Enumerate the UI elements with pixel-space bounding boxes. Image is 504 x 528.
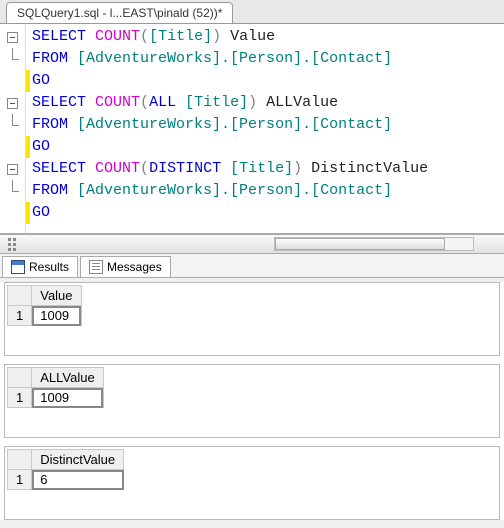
- code-line[interactable]: FROM [AdventureWorks].[Person].[Contact]: [26, 180, 504, 202]
- cell-value[interactable]: 6: [32, 470, 124, 490]
- grid-icon: [11, 260, 25, 274]
- fold-minus-icon[interactable]: [7, 32, 18, 43]
- tab-results-label: Results: [29, 260, 69, 274]
- fold-minus-icon[interactable]: [7, 98, 18, 109]
- table-row[interactable]: 1 1009: [8, 388, 104, 408]
- grid-corner[interactable]: [8, 286, 32, 306]
- row-number[interactable]: 1: [8, 470, 32, 490]
- code-line[interactable]: FROM [AdventureWorks].[Person].[Contact]: [26, 114, 504, 136]
- tab-messages[interactable]: Messages: [80, 256, 171, 277]
- code-line[interactable]: GO: [26, 136, 504, 158]
- code-line[interactable]: GO: [26, 202, 504, 224]
- table-row[interactable]: 1 6: [8, 470, 124, 490]
- result-grid: ALLValue 1 1009: [4, 364, 500, 438]
- grid-corner[interactable]: [8, 368, 32, 388]
- fold-gutter: [0, 24, 26, 233]
- column-header[interactable]: ALLValue: [32, 368, 103, 388]
- sql-editor[interactable]: SELECT COUNT([Title]) Value FROM [Advent…: [0, 24, 504, 234]
- file-tab-label: SQLQuery1.sql - l...EAST\pinald (52))*: [17, 6, 222, 20]
- result-table[interactable]: DistinctValue 1 6: [7, 449, 124, 490]
- fold-connector-icon: [7, 48, 18, 70]
- document-tab-bar: SQLQuery1.sql - l...EAST\pinald (52))*: [0, 0, 504, 24]
- fold-connector-icon: [7, 180, 18, 202]
- scrollbar-thumb[interactable]: [275, 238, 445, 250]
- code-line[interactable]: GO: [26, 70, 504, 92]
- grip-icon: [8, 238, 16, 250]
- tab-results[interactable]: Results: [2, 256, 78, 277]
- code-line[interactable]: FROM [AdventureWorks].[Person].[Contact]: [26, 48, 504, 70]
- result-grid: Value 1 1009: [4, 282, 500, 356]
- result-table[interactable]: ALLValue 1 1009: [7, 367, 104, 408]
- code-line[interactable]: SELECT COUNT([Title]) Value: [26, 26, 504, 48]
- tab-messages-label: Messages: [107, 260, 162, 274]
- messages-icon: [89, 260, 103, 274]
- results-tab-bar: Results Messages: [0, 254, 504, 278]
- row-number[interactable]: 1: [8, 388, 32, 408]
- results-pane: Value 1 1009 ALLValue 1 1009 DistinctVal…: [0, 282, 504, 520]
- code-area[interactable]: SELECT COUNT([Title]) Value FROM [Advent…: [26, 24, 504, 233]
- cell-value[interactable]: 1009: [32, 388, 103, 408]
- horizontal-scrollbar[interactable]: [274, 237, 474, 251]
- result-table[interactable]: Value 1 1009: [7, 285, 82, 326]
- code-line[interactable]: SELECT COUNT(ALL [Title]) ALLValue: [26, 92, 504, 114]
- table-row[interactable]: 1 1009: [8, 306, 82, 326]
- result-grid: DistinctValue 1 6: [4, 446, 500, 520]
- column-header[interactable]: DistinctValue: [32, 450, 124, 470]
- column-header[interactable]: Value: [32, 286, 81, 306]
- grid-corner[interactable]: [8, 450, 32, 470]
- pane-splitter[interactable]: [0, 234, 504, 254]
- fold-connector-icon: [7, 114, 18, 136]
- code-line[interactable]: SELECT COUNT(DISTINCT [Title]) DistinctV…: [26, 158, 504, 180]
- fold-minus-icon[interactable]: [7, 164, 18, 175]
- file-tab[interactable]: SQLQuery1.sql - l...EAST\pinald (52))*: [6, 2, 233, 23]
- cell-value[interactable]: 1009: [32, 306, 81, 326]
- row-number[interactable]: 1: [8, 306, 32, 326]
